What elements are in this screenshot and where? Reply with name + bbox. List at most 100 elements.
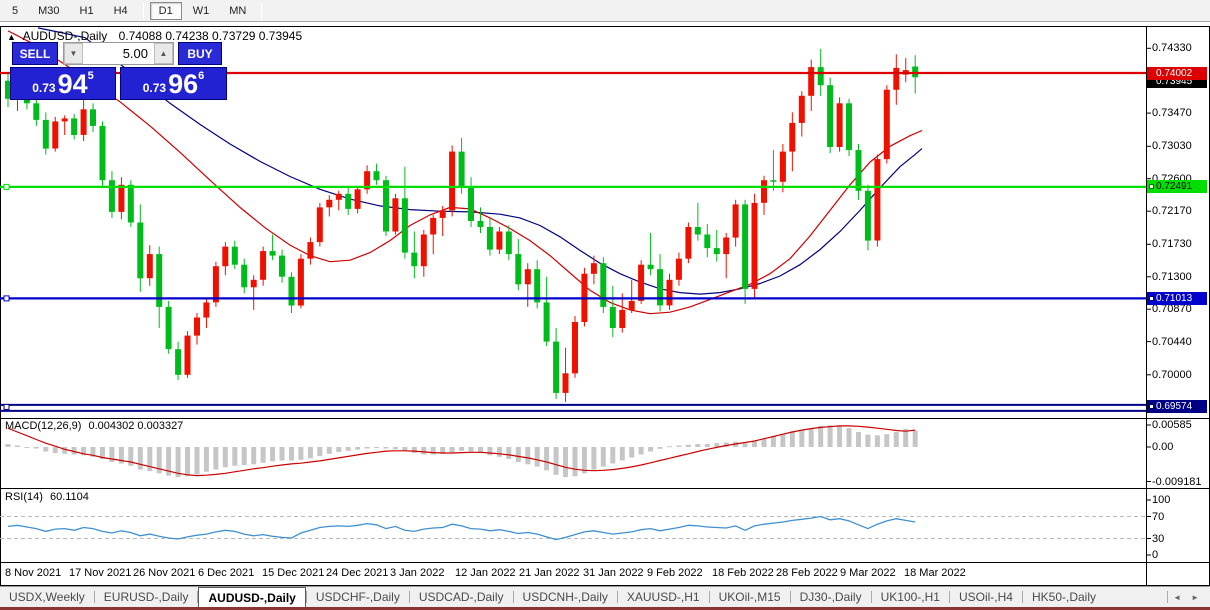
candle-body: [798, 95, 805, 123]
candle-body: [874, 159, 881, 241]
candle-body: [779, 151, 786, 182]
macd-axis-label: 0.00585: [1152, 419, 1192, 431]
macd-hist-bar: [137, 447, 143, 470]
macd-hist-bar: [270, 447, 276, 462]
candle-body: [118, 184, 125, 212]
macd-hist-bar: [572, 447, 578, 477]
candle-body: [33, 103, 40, 120]
price-axis-label: 0.70000: [1152, 368, 1192, 381]
timeframe-button-mn[interactable]: MN: [220, 2, 255, 20]
price-axis-label: 0.72170: [1152, 205, 1192, 218]
candle-body: [893, 67, 900, 90]
candle-body: [704, 234, 711, 249]
symbol-tab-usdcad-daily[interactable]: USDCAD-,Daily: [410, 587, 513, 607]
macd-hist-bar: [213, 447, 219, 470]
timeframe-button-h1[interactable]: H1: [71, 2, 103, 20]
volume-stepper[interactable]: ▼ 5.00 ▲: [63, 42, 174, 65]
candle-body: [817, 67, 824, 86]
symbol-tab-usoil-h4[interactable]: USOil-,H4: [950, 587, 1022, 607]
date-axis-label: 9 Feb 2022: [647, 567, 703, 579]
candle-body: [572, 322, 578, 374]
symbol-tab-usdchf-daily[interactable]: USDCHF-,Daily: [307, 587, 409, 607]
badge-marker-icon: [1149, 404, 1154, 410]
volume-decrease-icon[interactable]: ▼: [64, 43, 83, 64]
candle-body: [638, 264, 645, 301]
symbol-tab-ukoil-m15[interactable]: UKOil-,M15: [710, 587, 790, 607]
symbol-tab-usdx-weekly[interactable]: USDX,Weekly: [0, 587, 94, 607]
candle-body: [855, 150, 862, 191]
candle-body: [486, 227, 493, 250]
candle-body: [288, 276, 295, 306]
timeframe-button-w1[interactable]: W1: [184, 2, 219, 20]
candle-body: [241, 264, 248, 288]
timeframe-button-5[interactable]: 5: [3, 2, 27, 20]
timeframe-button-h4[interactable]: H4: [105, 2, 137, 20]
mt4-terminal-window: 5 M30 H1 H4 D1 W1 MN ▲ AUDUSD-,Daily 0.74088 0…: [0, 0, 1210, 610]
macd-hist-bar: [14, 445, 20, 447]
macd-hist-bar: [581, 447, 587, 474]
symbol-name: AUDUSD-,Daily: [22, 29, 108, 43]
candle-body: [458, 151, 465, 187]
candle-body: [647, 264, 654, 270]
candle-body: [694, 227, 701, 235]
macd-hist-bar: [676, 445, 682, 447]
candle-body: [619, 309, 626, 328]
macd-hist-bar: [893, 432, 899, 447]
timeframe-button-d1[interactable]: D1: [149, 1, 182, 20]
rsi-indicator-label: RSI(14) 60.1104: [5, 491, 89, 503]
macd-hist-bar: [667, 446, 672, 448]
level-line-marker[interactable]: [3, 183, 10, 190]
volume-increase-icon[interactable]: ▲: [154, 43, 173, 64]
macd-hist-bar: [610, 447, 616, 464]
candle-body: [212, 266, 219, 303]
candle-body: [222, 246, 229, 267]
candle-body: [401, 198, 408, 253]
candle-body: [146, 254, 153, 279]
candle-body: [723, 237, 730, 255]
candle-body: [505, 231, 512, 255]
symbol-tab-dj30-daily[interactable]: DJ30-,Daily: [791, 587, 871, 607]
macd-hist-bar: [704, 444, 710, 447]
buy-button[interactable]: BUY: [178, 42, 222, 65]
buy-price-panel[interactable]: 0.73 96 6: [120, 67, 227, 100]
macd-hist-bar: [260, 447, 266, 463]
macd-hist-bar: [5, 444, 11, 447]
symbol-tab-xauusd-h1[interactable]: XAUUSD-,H1: [618, 587, 709, 607]
date-axis-label: 9 Mar 2022: [840, 567, 896, 579]
candle-body: [137, 222, 144, 279]
candle-body: [203, 302, 210, 318]
tab-scroll-left-icon[interactable]: ◄: [1168, 591, 1186, 604]
date-axis-label: 6 Dec 2021: [198, 567, 255, 579]
badge-marker-icon: [1149, 295, 1154, 301]
macd-hist-bar: [846, 428, 852, 447]
price-axis-label: 0.74330: [1152, 42, 1192, 55]
candle-body: [590, 263, 597, 274]
candle-body: [52, 121, 59, 149]
symbol-tab-usdcnh-daily[interactable]: USDCNH-,Daily: [514, 587, 617, 607]
candle-body: [600, 263, 607, 307]
chart-marker-icon: ▲: [7, 32, 16, 42]
tab-scroll-right-icon[interactable]: ►: [1186, 591, 1204, 604]
sell-button[interactable]: SELL: [12, 42, 58, 65]
buy-price-main: 96: [168, 69, 199, 99]
volume-input[interactable]: 5.00: [83, 43, 154, 64]
candle-body: [392, 198, 399, 232]
timeframe-button-m30[interactable]: M30: [29, 2, 68, 20]
candle-body: [127, 184, 134, 223]
macd-axis-label: 0.00: [1152, 441, 1174, 453]
candle-body: [846, 103, 852, 151]
macd-hist-bar: [515, 447, 521, 462]
macd-hist-bar: [799, 429, 805, 447]
price-axis-label: 0.70870: [1152, 303, 1192, 316]
macd-hist-bar: [232, 447, 238, 466]
symbol-tab-uk100-h1[interactable]: UK100-,H1: [872, 587, 949, 607]
symbol-tab-eurusd-daily[interactable]: EURUSD-,Daily: [95, 587, 198, 607]
sell-price-panel[interactable]: 0.73 94 5: [10, 67, 116, 100]
macd-hist-bar: [685, 444, 691, 447]
candle-body: [657, 269, 663, 306]
level-line-marker[interactable]: [3, 295, 10, 302]
date-axis-label: 15 Dec 2021: [262, 567, 325, 579]
symbol-tab-hk50-daily[interactable]: HK50-,Daily: [1023, 587, 1105, 607]
symbol-tab-audusd-daily[interactable]: AUDUSD-,Daily: [198, 587, 306, 607]
level-line-marker[interactable]: [3, 403, 10, 410]
